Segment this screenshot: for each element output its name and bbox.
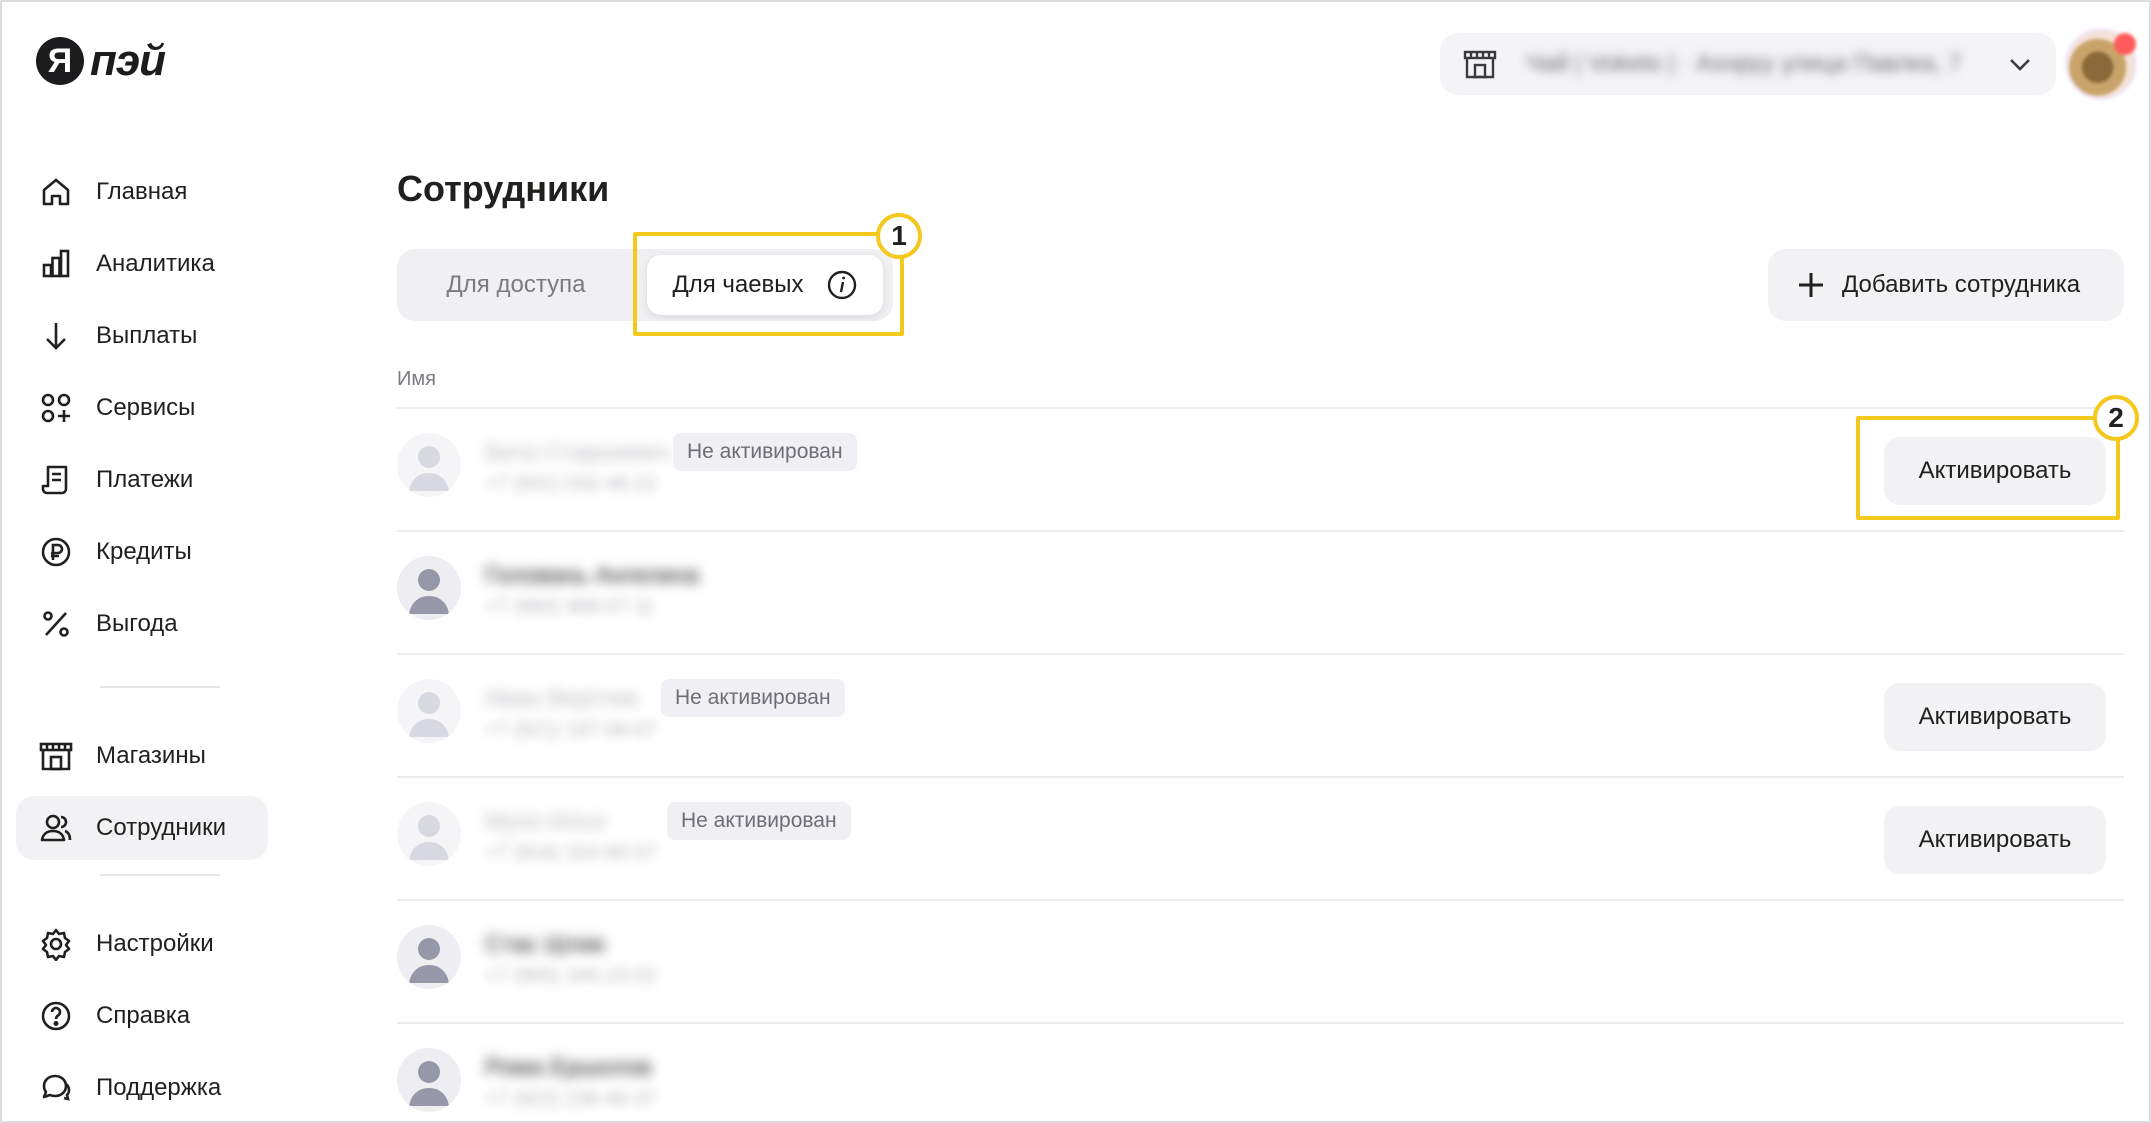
sidebar-item-label: Справка <box>96 1002 191 1029</box>
chat-icon <box>38 1070 74 1106</box>
annotation-highlight-activate-button <box>1856 416 2120 520</box>
employee-phone: +7 (922) 236-40-37 <box>485 1088 657 1110</box>
avatar <box>397 433 461 497</box>
sidebar-item-label: Выгода <box>96 610 178 637</box>
annotation-highlight-tips-tab <box>633 232 904 336</box>
sidebar-item-label: Магазины <box>96 742 206 769</box>
notification-dot <box>2114 33 2136 55</box>
activate-button[interactable]: Активировать <box>1884 683 2106 751</box>
sidebar-item-help[interactable]: Справка <box>16 984 268 1048</box>
table-row[interactable]: Мухо Илья +7 (916) 324-60-57 Не активиро… <box>397 776 2124 899</box>
store-selector-value: Чай | Voketo | · Ахнруу улица Павлка, 7 <box>1526 50 1962 77</box>
percent-icon <box>38 606 74 642</box>
employee-name: Рома Ершолов <box>485 1054 652 1081</box>
activate-button[interactable]: Активировать <box>1884 806 2106 874</box>
annotation-badge-1: 1 <box>876 213 922 259</box>
app-window: Я пэй Чай | Voketo | · Ахнруу улица Павл… <box>0 0 2151 1123</box>
employee-name: Иван Вертлик <box>485 685 639 712</box>
table-row[interactable]: Головань Ангелина +7 (960) 968-07-11 <box>397 530 2124 653</box>
plus-icon <box>1799 273 1823 297</box>
employee-name: Мухо Илья <box>485 808 606 835</box>
store-icon <box>1463 50 1497 79</box>
gear-icon <box>38 926 74 962</box>
status-badge: Не активирован <box>673 433 857 471</box>
avatar <box>397 556 461 620</box>
add-employee-label: Добавить сотрудника <box>1842 271 2081 298</box>
people-icon <box>38 810 74 846</box>
employee-name: Стас Шлик <box>485 931 605 958</box>
sidebar-item-label: Платежи <box>96 466 194 493</box>
sidebar-item-label: Главная <box>96 178 188 205</box>
sidebar-item-label: Кредиты <box>96 538 192 565</box>
sidebar-item-benefits[interactable]: Выгода <box>16 592 268 656</box>
employee-phone: +7 (960) 968-07-11 <box>485 596 656 618</box>
sidebar-item-employees[interactable]: Сотрудники <box>16 796 268 860</box>
avatar <box>397 679 461 743</box>
avatar <box>397 925 461 989</box>
employee-phone: +7 (916) 324-60-57 <box>485 842 657 864</box>
table-row[interactable]: Иван Вертлик +7 (921) 197-06-07 Не актив… <box>397 653 2124 776</box>
receipt-icon <box>38 462 74 498</box>
sidebar-item-home[interactable]: Главная <box>16 160 268 224</box>
sidebar-item-label: Сервисы <box>96 394 196 421</box>
employee-name: Головань Ангелина <box>485 562 700 589</box>
sidebar-item-label: Аналитика <box>96 250 215 277</box>
sidebar-item-stores[interactable]: Магазины <box>16 724 268 788</box>
ruble-icon <box>38 534 74 570</box>
logo-letter: Я <box>36 37 84 85</box>
user-avatar[interactable] <box>2065 28 2137 100</box>
annotation-badge-2: 2 <box>2093 395 2139 441</box>
sidebar-item-payments[interactable]: Платежи <box>16 448 268 512</box>
chart-icon <box>38 246 74 282</box>
table-row[interactable]: Рома Ершолов +7 (922) 236-40-37 <box>397 1022 2124 1121</box>
sidebar-item-label: Выплаты <box>96 322 198 349</box>
employee-phone: +7 (905) 340-23-52 <box>485 965 657 987</box>
sidebar-divider <box>100 686 220 688</box>
chevron-down-icon <box>2010 59 2030 71</box>
status-badge: Не активирован <box>667 802 851 840</box>
logo-word: пэй <box>90 36 166 85</box>
sidebar-item-support[interactable]: Поддержка <box>16 1056 268 1120</box>
sidebar-item-label: Поддержка <box>96 1074 222 1101</box>
sidebar-divider <box>100 874 220 876</box>
employee-phone: +7 (921) 197-06-07 <box>485 719 657 741</box>
page-title: Сотрудники <box>397 168 610 209</box>
home-icon <box>38 174 74 210</box>
store-icon <box>38 738 74 774</box>
services-icon <box>38 390 74 426</box>
avatar <box>397 1048 461 1112</box>
tab-label: Для доступа <box>446 271 586 298</box>
sidebar-item-settings[interactable]: Настройки <box>16 912 268 976</box>
employee-phone: +7 (931) 032-48-22 <box>485 473 657 495</box>
status-badge: Не активирован <box>661 679 845 717</box>
avatar <box>397 802 461 866</box>
help-icon <box>38 998 74 1034</box>
sidebar-item-services[interactable]: Сервисы <box>16 376 268 440</box>
store-selector[interactable]: Чай | Voketo | · Ахнруу улица Павлка, 7 <box>1440 33 2056 95</box>
arrow-down-icon <box>38 318 74 354</box>
tab-access[interactable]: Для доступа <box>411 255 621 315</box>
sidebar-item-label: Настройки <box>96 930 214 957</box>
column-header-name: Имя <box>397 368 436 390</box>
sidebar-item-label: Сотрудники <box>96 814 226 841</box>
table-row[interactable]: Стас Шлик +7 (905) 340-23-52 <box>397 899 2124 1022</box>
add-employee-button[interactable]: Добавить сотрудника <box>1768 249 2124 321</box>
sidebar: Главная Аналитика Выплаты Сервисы Платеж… <box>16 160 268 1121</box>
sidebar-item-credits[interactable]: Кредиты <box>16 520 268 584</box>
employee-name: Бета Старшевич <box>485 439 671 466</box>
yandex-pay-logo[interactable]: Я пэй <box>36 36 166 86</box>
sidebar-item-analytics[interactable]: Аналитика <box>16 232 268 296</box>
sidebar-item-payouts[interactable]: Выплаты <box>16 304 268 368</box>
